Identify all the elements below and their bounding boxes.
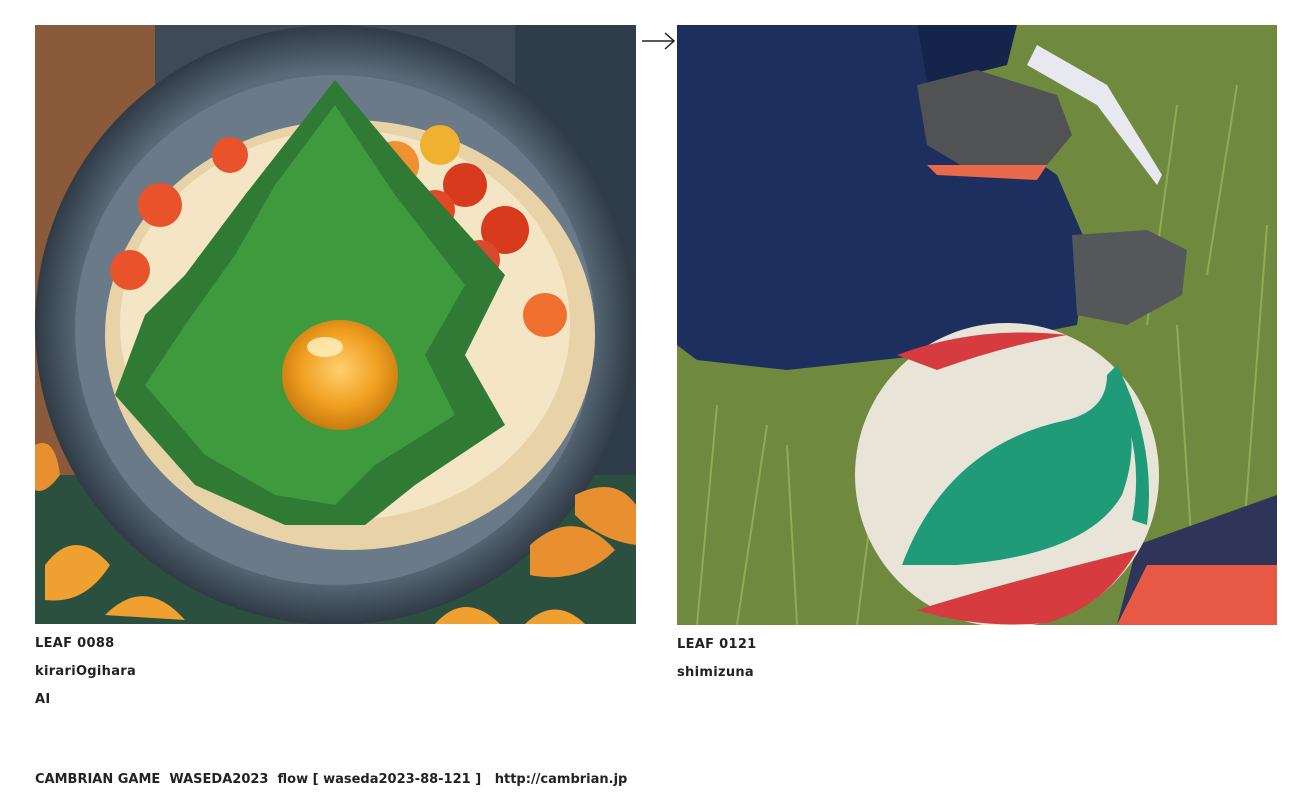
right-arrow-icon [642, 32, 676, 50]
footer: CAMBRIAN GAME WASEDA2023 flow [ waseda20… [35, 772, 627, 787]
tag-left: AI [35, 692, 51, 707]
leaf-id-left: LEAF 0088 [35, 636, 115, 651]
leaf-id-right: LEAF 0121 [677, 637, 757, 652]
leaf-image-right[interactable] [677, 25, 1277, 625]
footer-link[interactable]: http://cambrian.jp [495, 772, 628, 787]
leaf-image-left[interactable] [35, 25, 636, 624]
author-right[interactable]: shimizuna [677, 665, 754, 680]
author-left[interactable]: kirariOgihara [35, 664, 136, 679]
footer-text: CAMBRIAN GAME WASEDA2023 flow [ waseda20… [35, 772, 482, 787]
